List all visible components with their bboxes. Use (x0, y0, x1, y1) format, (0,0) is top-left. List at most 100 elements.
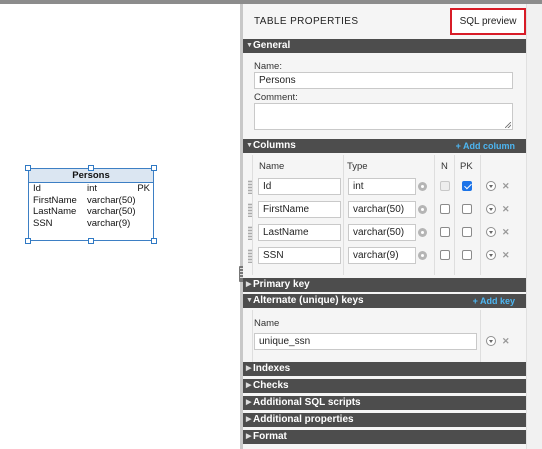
expand-triangle-icon: ▶ (246, 382, 252, 389)
delete-row-icon[interactable]: ✕ (502, 204, 510, 214)
column-type-select[interactable]: varchar(50) (348, 224, 416, 241)
column-type-select[interactable]: varchar(9) (348, 247, 416, 264)
key-name-input[interactable]: unique_ssn (254, 333, 477, 350)
section-label: Columns (253, 140, 296, 151)
resize-grip-icon[interactable] (505, 122, 511, 128)
table-name-input[interactable]: Persons (254, 72, 513, 89)
key-header-name: Name (254, 318, 280, 329)
section-label: General (253, 40, 291, 51)
section-label: Alternate (unique) keys (253, 295, 364, 306)
nullable-checkbox[interactable] (440, 204, 450, 214)
add-key-link[interactable]: + Add key (473, 294, 515, 308)
column-name-input[interactable]: FirstName (258, 201, 341, 218)
column-name-input[interactable]: LastName (258, 224, 341, 241)
expand-triangle-icon: ▶ (246, 399, 252, 406)
collapse-triangle-icon: ▼ (246, 42, 253, 49)
grid-divider (480, 155, 481, 275)
column-name-input[interactable]: Id (258, 178, 341, 195)
entity-row: SSN varchar(9) (29, 218, 153, 230)
drag-handle-icon[interactable] (248, 226, 252, 240)
add-column-link[interactable]: + Add column (456, 139, 515, 153)
section-primary-key-header[interactable]: ▶ Primary key (243, 278, 526, 292)
section-format-header[interactable]: ▶ Format (243, 430, 526, 444)
expand-triangle-icon: ▶ (246, 281, 252, 288)
section-checks-header[interactable]: ▶ Checks (243, 379, 526, 393)
panel-title: TABLE PROPERTIES (254, 16, 359, 27)
gear-icon[interactable] (418, 182, 427, 191)
expand-triangle-icon: ▶ (246, 416, 252, 423)
row-menu-icon[interactable] (486, 227, 496, 237)
resize-handle-top-right[interactable] (151, 165, 157, 171)
table-properties-panel: TABLE PROPERTIES SQL preview ▼ General N… (243, 4, 526, 449)
resize-handle-bottom[interactable] (88, 238, 94, 244)
entity-column-type: varchar(50) (87, 206, 136, 217)
entity-column-name: FirstName (33, 194, 77, 206)
drag-handle-icon[interactable] (248, 249, 252, 263)
entity-column-name: LastName (33, 206, 77, 217)
column-header-pk: PK (460, 161, 473, 172)
grid-divider (480, 310, 481, 363)
section-sql-scripts-header[interactable]: ▶ Additional SQL scripts (243, 396, 526, 410)
section-indexes-header[interactable]: ▶ Indexes (243, 362, 526, 376)
section-general-header[interactable]: ▼ General (243, 39, 526, 53)
resize-handle-top-left[interactable] (25, 165, 31, 171)
resize-handle-bottom-right[interactable] (151, 238, 157, 244)
column-name-input[interactable]: SSN (258, 247, 341, 264)
pk-checkbox[interactable] (462, 227, 472, 237)
column-type-select[interactable]: varchar(50) (348, 201, 416, 218)
delete-row-icon[interactable]: ✕ (502, 181, 510, 191)
row-menu-icon[interactable] (486, 181, 496, 191)
delete-row-icon[interactable]: ✕ (502, 336, 510, 346)
section-label: Additional SQL scripts (253, 397, 361, 408)
panel-scrollbar[interactable] (526, 4, 542, 449)
section-additional-properties-header[interactable]: ▶ Additional properties (243, 413, 526, 427)
row-menu-icon[interactable] (486, 336, 496, 346)
section-label: Additional properties (253, 414, 354, 425)
comment-textarea[interactable] (254, 103, 513, 130)
resize-handle-bottom-left[interactable] (25, 238, 31, 244)
nullable-checkbox[interactable] (440, 227, 450, 237)
gear-icon[interactable] (418, 228, 427, 237)
entity-column-name: Id (33, 183, 41, 194)
entity-row: LastName varchar(50) (29, 206, 153, 218)
section-label: Format (253, 431, 287, 442)
grid-divider (252, 310, 253, 363)
row-menu-icon[interactable] (486, 204, 496, 214)
panel-header: TABLE PROPERTIES SQL preview (243, 4, 526, 38)
section-label: Indexes (253, 363, 291, 374)
delete-row-icon[interactable]: ✕ (502, 250, 510, 260)
pk-checkbox[interactable] (462, 204, 472, 214)
pk-checkbox[interactable] (462, 250, 472, 260)
grid-divider (454, 155, 455, 275)
gear-icon[interactable] (418, 251, 427, 260)
collapse-triangle-icon: ▼ (246, 142, 253, 149)
entity-column-type: varchar(50) (87, 194, 136, 206)
row-menu-icon[interactable] (486, 250, 496, 260)
comment-label: Comment: (254, 92, 298, 103)
section-alternate-keys-header[interactable]: ▼ Alternate (unique) keys + Add key (243, 294, 526, 308)
entity-column-type: varchar(9) (87, 217, 131, 229)
nullable-checkbox[interactable] (440, 181, 450, 191)
grid-divider (343, 155, 344, 275)
section-columns-header[interactable]: ▼ Columns + Add column (243, 139, 526, 153)
delete-row-icon[interactable]: ✕ (502, 227, 510, 237)
entity-row: FirstName varchar(50) (29, 195, 153, 207)
grid-divider (434, 155, 435, 275)
drag-handle-icon[interactable] (248, 203, 252, 217)
entity-column-key: PK (137, 183, 150, 194)
persons-table-entity[interactable]: Persons Id int PK FirstName varchar(50) … (28, 168, 154, 241)
drag-handle-icon[interactable] (248, 180, 252, 194)
grid-divider (252, 155, 253, 275)
gear-icon[interactable] (418, 205, 427, 214)
nullable-checkbox[interactable] (440, 250, 450, 260)
column-header-nullable: N (441, 161, 448, 172)
expand-triangle-icon: ▶ (246, 433, 252, 440)
resize-handle-top[interactable] (88, 165, 94, 171)
sql-preview-button[interactable]: SQL preview (450, 8, 526, 35)
section-label: Checks (253, 380, 289, 391)
column-header-type: Type (347, 161, 368, 172)
entity-column-name: SSN (33, 217, 53, 229)
column-type-select[interactable]: int (348, 178, 416, 195)
pk-checkbox[interactable] (462, 181, 472, 191)
name-label: Name: (254, 61, 282, 72)
